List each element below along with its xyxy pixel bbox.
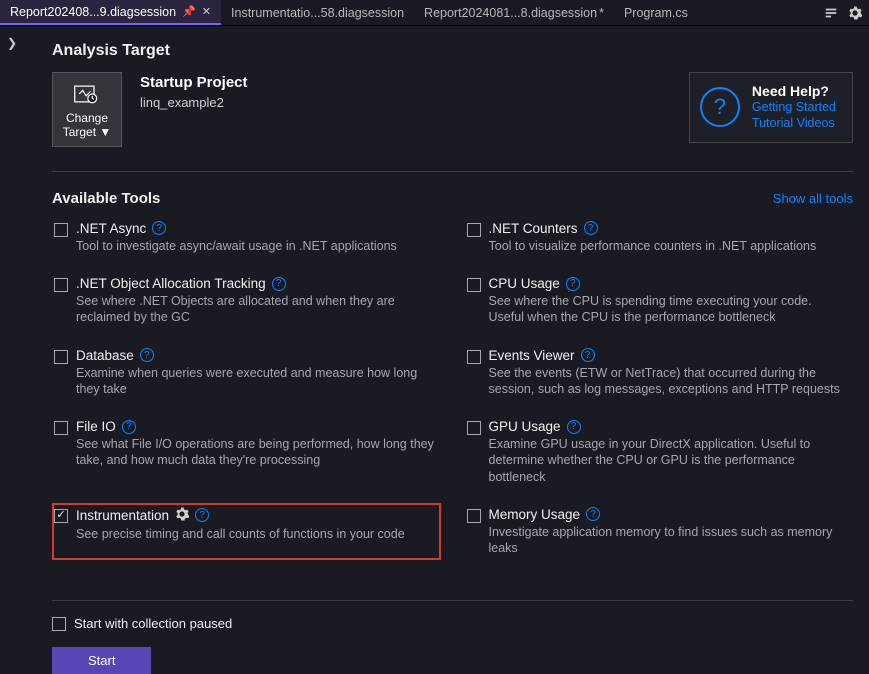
checkbox-events[interactable]	[467, 350, 481, 364]
dirty-indicator: *	[599, 6, 604, 20]
info-icon[interactable]: ?	[195, 508, 209, 522]
help-title: Need Help?	[752, 83, 836, 99]
info-icon[interactable]: ?	[140, 348, 154, 362]
tool-title: .NET Object Allocation Tracking	[76, 276, 266, 291]
tool-desc: See the events (ETW or NetTrace) that oc…	[489, 365, 848, 398]
tool-desc: See precise timing and call counts of fu…	[76, 526, 435, 542]
tool-title: Instrumentation	[76, 508, 169, 523]
tool-title: CPU Usage	[489, 276, 560, 291]
checkbox-instrumentation[interactable]	[54, 509, 68, 523]
checkbox-start-paused[interactable]	[52, 617, 66, 631]
gear-icon[interactable]	[175, 507, 189, 524]
tool-desc: Examine GPU usage in your DirectX applic…	[489, 436, 848, 485]
checkbox-gpu[interactable]	[467, 421, 481, 435]
checkbox-memory[interactable]	[467, 509, 481, 523]
tab-program-cs[interactable]: Program.cs	[614, 0, 698, 25]
tool-desc: See where .NET Objects are allocated and…	[76, 293, 435, 326]
info-icon[interactable]: ?	[567, 420, 581, 434]
info-icon[interactable]: ?	[586, 507, 600, 521]
change-target-button[interactable]: Change Target ▼	[52, 72, 122, 147]
tab-report-8[interactable]: Report2024081...8.diagsession*	[414, 0, 614, 25]
tool-desc: See where the CPU is spending time execu…	[489, 293, 848, 326]
tool-title: File IO	[76, 419, 116, 434]
expand-gutter[interactable]: ❯	[0, 26, 24, 629]
tool-net-alloc: .NET Object Allocation Tracking? See whe…	[52, 272, 441, 330]
tool-title: GPU Usage	[489, 419, 561, 434]
tab-report-9[interactable]: Report202408...9.diagsession 📌 ✕	[0, 0, 221, 25]
caret-down-icon: ▼	[99, 125, 111, 139]
gear-icon[interactable]	[845, 3, 865, 23]
checkbox-net-async[interactable]	[54, 223, 68, 237]
info-icon[interactable]: ?	[152, 221, 166, 235]
separator	[52, 600, 853, 601]
tool-instrumentation: Instrumentation ? See precise timing and…	[52, 503, 441, 561]
help-getting-started-link[interactable]: Getting Started	[752, 99, 836, 115]
change-target-label-2: Target ▼	[63, 125, 112, 139]
tab-label: Report2024081...8.diagsession	[424, 6, 597, 20]
tool-desc: Tool to visualize performance counters i…	[489, 238, 848, 254]
checkbox-cpu[interactable]	[467, 278, 481, 292]
tool-title: .NET Async	[76, 221, 146, 236]
help-box: ? Need Help? Getting Started Tutorial Vi…	[689, 72, 853, 143]
info-icon[interactable]: ?	[566, 277, 580, 291]
info-icon[interactable]: ?	[272, 277, 286, 291]
tab-label: Instrumentatio...58.diagsession	[231, 6, 404, 20]
tool-desc: Examine when queries were executed and m…	[76, 365, 435, 398]
tool-net-async: .NET Async? Tool to investigate async/aw…	[52, 217, 441, 258]
checkbox-net-counters[interactable]	[467, 223, 481, 237]
tool-net-counters: .NET Counters? Tool to visualize perform…	[465, 217, 854, 258]
checkbox-fileio[interactable]	[54, 421, 68, 435]
checkbox-net-alloc[interactable]	[54, 278, 68, 292]
tool-title: .NET Counters	[489, 221, 578, 236]
startup-project-name: linq_example2	[140, 95, 248, 110]
start-button[interactable]: Start	[52, 647, 151, 674]
tab-label: Report202408...9.diagsession	[10, 5, 176, 19]
tool-fileio: File IO? See what File I/O operations ar…	[52, 415, 441, 489]
available-tools-heading: Available Tools	[52, 190, 160, 207]
info-icon[interactable]: ?	[584, 221, 598, 235]
tool-database: Database? Examine when queries were exec…	[52, 344, 441, 402]
show-all-tools-link[interactable]: Show all tools	[773, 191, 853, 206]
startup-project-title: Startup Project	[140, 74, 248, 91]
separator	[52, 171, 853, 172]
analysis-target-heading: Analysis Target	[52, 42, 853, 60]
pin-icon[interactable]: 📌	[182, 5, 196, 18]
tool-memory: Memory Usage? Investigate application me…	[465, 503, 854, 561]
close-icon[interactable]: ✕	[202, 5, 211, 18]
tab-instrumentation-58[interactable]: Instrumentatio...58.diagsession	[221, 0, 414, 25]
tool-title: Database	[76, 348, 134, 363]
help-tutorial-videos-link[interactable]: Tutorial Videos	[752, 115, 836, 131]
tab-label: Program.cs	[624, 6, 688, 20]
change-target-label-1: Change	[66, 111, 108, 125]
tool-title: Events Viewer	[489, 348, 575, 363]
change-target-icon	[72, 81, 102, 107]
info-icon[interactable]: ?	[581, 348, 595, 362]
checkbox-database[interactable]	[54, 350, 68, 364]
chevron-right-icon: ❯	[7, 36, 17, 629]
help-icon: ?	[700, 87, 740, 127]
tool-title: Memory Usage	[489, 507, 581, 522]
tool-desc: See what File I/O operations are being p…	[76, 436, 435, 469]
tool-events: Events Viewer? See the events (ETW or Ne…	[465, 344, 854, 402]
tool-cpu: CPU Usage? See where the CPU is spending…	[465, 272, 854, 330]
tool-desc: Investigate application memory to find i…	[489, 524, 848, 557]
tool-desc: Tool to investigate async/await usage in…	[76, 238, 435, 254]
info-icon[interactable]: ?	[122, 420, 136, 434]
window-menu-icon[interactable]	[821, 3, 841, 23]
tool-gpu: GPU Usage? Examine GPU usage in your Dir…	[465, 415, 854, 489]
